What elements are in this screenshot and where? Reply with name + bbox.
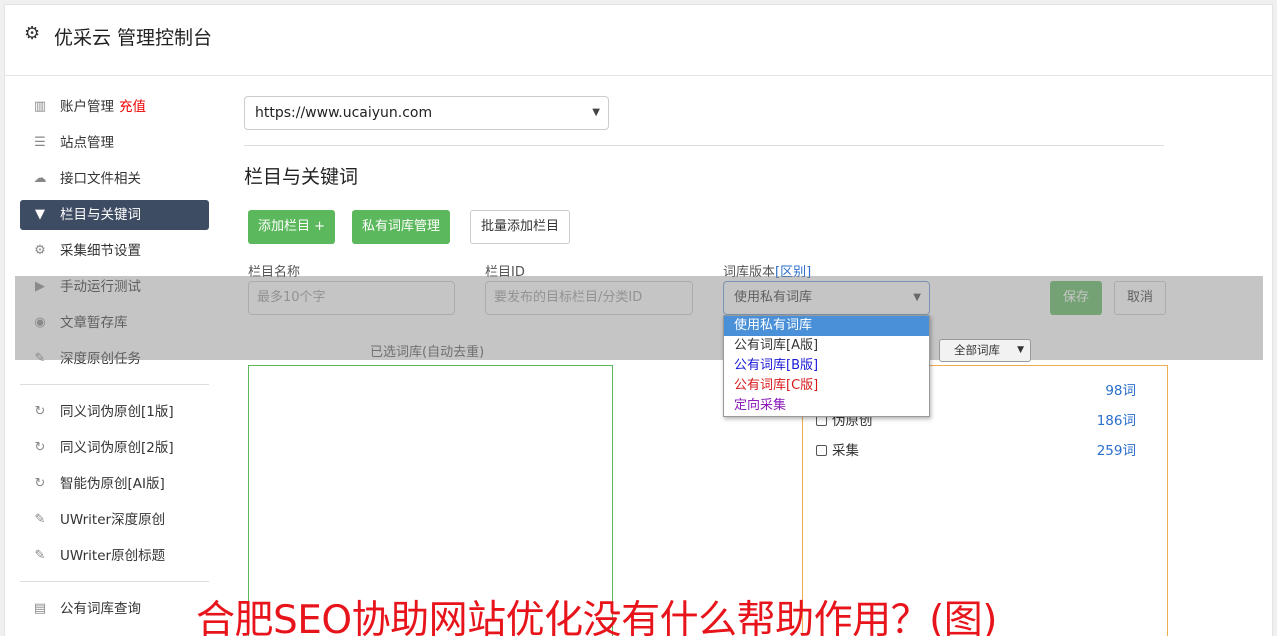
- refresh-icon: ↻: [34, 404, 46, 419]
- sidebar-item-label: 采集细节设置: [60, 243, 141, 259]
- lib-row[interactable]: 采集 259词: [816, 440, 1151, 462]
- page-title: 优采云 管理控制台: [54, 27, 213, 49]
- sidebar-item-collect-settings[interactable]: ⚙ 采集细节设置: [20, 236, 209, 266]
- refresh-icon: ↻: [34, 440, 46, 455]
- filter-icon: ▼: [35, 207, 45, 222]
- dropdown-option[interactable]: 公有词库[B版]: [724, 356, 929, 376]
- edit-icon: ✎: [34, 548, 46, 563]
- sidebar: ▥ 账户管理 充值 ☰ 站点管理 ☁ 接口文件相关 ▼ 栏目与关键词 ⚙ 采集细节…: [20, 92, 209, 630]
- checkbox[interactable]: [816, 445, 827, 456]
- lib-count: 259词: [1096, 443, 1136, 459]
- sidebar-item-synonym-2[interactable]: ↻ 同义词伪原创[2版]: [20, 433, 209, 463]
- sidebar-item-columns[interactable]: ▼ 栏目与关键词: [20, 200, 209, 230]
- sidebar-item-synonym-1[interactable]: ↻ 同义词伪原创[1版]: [20, 397, 209, 427]
- sidebar-item-public-lib[interactable]: ▤ 公有词库查询: [20, 594, 209, 624]
- divider: [20, 581, 209, 582]
- refresh-icon: ↻: [34, 476, 46, 491]
- sidebar-item-label: UWriter原创标题: [60, 548, 166, 564]
- lib-label: 采集: [832, 443, 859, 459]
- section-title: 栏目与关键词: [244, 166, 359, 188]
- add-column-button[interactable]: 添加栏目 +: [248, 210, 336, 244]
- sidebar-item-label: UWriter深度原创: [60, 512, 166, 528]
- gear-icon: ⚙: [24, 23, 41, 44]
- sidebar-item-label: 同义词伪原创[1版]: [60, 404, 174, 420]
- edit-icon: ✎: [34, 512, 46, 527]
- lib-filter-value: 全部词库: [954, 343, 1000, 357]
- sidebar-item-label: 站点管理: [60, 135, 114, 151]
- dropdown-option[interactable]: 公有词库[A版]: [724, 336, 929, 356]
- lib-count: 186词: [1096, 413, 1136, 429]
- sidebar-item-ai-rewrite[interactable]: ↻ 智能伪原创[AI版]: [20, 469, 209, 499]
- private-lib-button[interactable]: 私有词库管理: [352, 210, 451, 244]
- sidebar-item-uwriter-title[interactable]: ✎ UWriter原创标题: [20, 541, 209, 571]
- sidebar-item-label: 栏目与关键词: [60, 207, 141, 223]
- sidebar-item-label: 同义词伪原创[2版]: [60, 440, 174, 456]
- sidebar-item-sites[interactable]: ☰ 站点管理: [20, 128, 209, 158]
- dropdown-option[interactable]: 公有词库[C版]: [724, 376, 929, 396]
- dropdown-option[interactable]: 定向采集: [724, 396, 929, 416]
- sidebar-item-account[interactable]: ▥ 账户管理 充值: [20, 92, 209, 122]
- sidebar-item-label: 接口文件相关: [60, 171, 141, 187]
- lib-filter-select[interactable]: 全部词库 ▼: [939, 339, 1031, 362]
- divider: [20, 384, 209, 385]
- bar-chart-icon: ▥: [33, 99, 47, 114]
- chevron-down-icon: ▼: [1017, 345, 1024, 355]
- book-icon: ▤: [33, 601, 47, 616]
- site-select-value: https://www.ucaiyun.com: [255, 105, 433, 121]
- cogs-icon: ⚙: [34, 243, 46, 258]
- chevron-down-icon: ▼: [592, 107, 600, 118]
- dropdown-option[interactable]: 使用私有词库: [724, 316, 929, 336]
- sidebar-item-uwriter-deep[interactable]: ✎ UWriter深度原创: [20, 505, 209, 535]
- lib-count: 98词: [1105, 383, 1136, 399]
- caption-overlay: 合肥SEO协助网站优化没有什么帮助作用？(图): [196, 598, 998, 636]
- cloud-upload-icon: ☁: [33, 171, 47, 186]
- header: ⚙ 优采云 管理控制台: [5, 5, 1272, 76]
- version-dropdown[interactable]: 使用私有词库 公有词库[A版] 公有词库[B版] 公有词库[C版] 定向采集: [723, 315, 930, 417]
- gray-overlay: [15, 276, 1263, 360]
- site-select[interactable]: https://www.ucaiyun.com ▼: [244, 96, 609, 130]
- server-icon: ☰: [34, 135, 46, 150]
- sidebar-item-label: 账户管理: [60, 99, 114, 115]
- sidebar-item-label: 公有词库查询: [60, 601, 141, 617]
- divider: [244, 145, 1164, 146]
- sidebar-item-label: 智能伪原创[AI版]: [60, 476, 165, 492]
- batch-add-button[interactable]: 批量添加栏目: [470, 210, 571, 244]
- recharge-link[interactable]: 充值: [119, 99, 146, 115]
- sidebar-item-interface[interactable]: ☁ 接口文件相关: [20, 164, 209, 194]
